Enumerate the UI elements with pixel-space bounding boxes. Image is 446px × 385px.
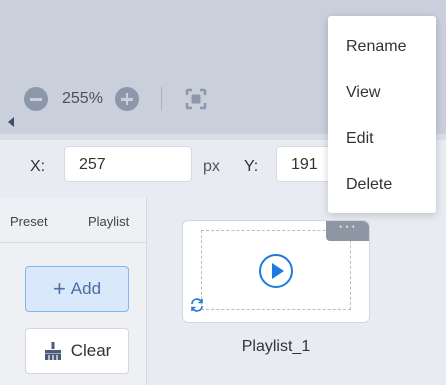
zoom-level: 255% <box>62 90 103 107</box>
x-label: X: <box>30 158 46 175</box>
left-panel: Preset Playlist + Add Clear <box>0 198 147 385</box>
y-input[interactable]: 191 <box>276 146 336 182</box>
x-input[interactable]: 257 <box>64 146 192 182</box>
menu-item-view[interactable]: View <box>328 71 436 115</box>
add-button-label: Add <box>70 279 102 298</box>
plus-icon: + <box>52 276 66 301</box>
tab-preset[interactable]: Preset <box>0 198 68 242</box>
tab-playlist[interactable]: Playlist <box>78 198 146 242</box>
fit-screen-icon[interactable] <box>184 87 208 111</box>
more-options-button[interactable]: ··· <box>326 219 369 241</box>
zoom-toolbar: 255% <box>24 86 208 112</box>
add-button[interactable]: + Add <box>25 266 129 312</box>
menu-item-rename[interactable]: Rename <box>328 25 436 69</box>
zoom-in-button[interactable] <box>114 87 139 111</box>
scroll-left-arrow-icon[interactable] <box>8 117 14 127</box>
x-unit: px <box>203 158 220 175</box>
broom-icon <box>44 342 61 360</box>
loop-icon <box>191 298 203 312</box>
y-label: Y: <box>244 158 259 175</box>
menu-item-edit[interactable]: Edit <box>328 117 436 161</box>
context-menu: Rename View Edit Delete <box>328 16 436 213</box>
playlist-card[interactable]: ··· <box>182 219 370 323</box>
menu-item-delete[interactable]: Delete <box>328 163 436 207</box>
play-icon[interactable] <box>259 254 293 288</box>
playlist-name: Playlist_1 <box>241 338 311 355</box>
clear-button[interactable]: Clear <box>25 328 129 374</box>
toolbar-divider <box>160 87 162 111</box>
zoom-out-button[interactable] <box>24 87 48 111</box>
panel-tabs: Preset Playlist <box>0 198 146 243</box>
clear-button-label: Clear <box>70 341 112 360</box>
playlist-content: ··· Playlist_1 <box>147 198 446 385</box>
